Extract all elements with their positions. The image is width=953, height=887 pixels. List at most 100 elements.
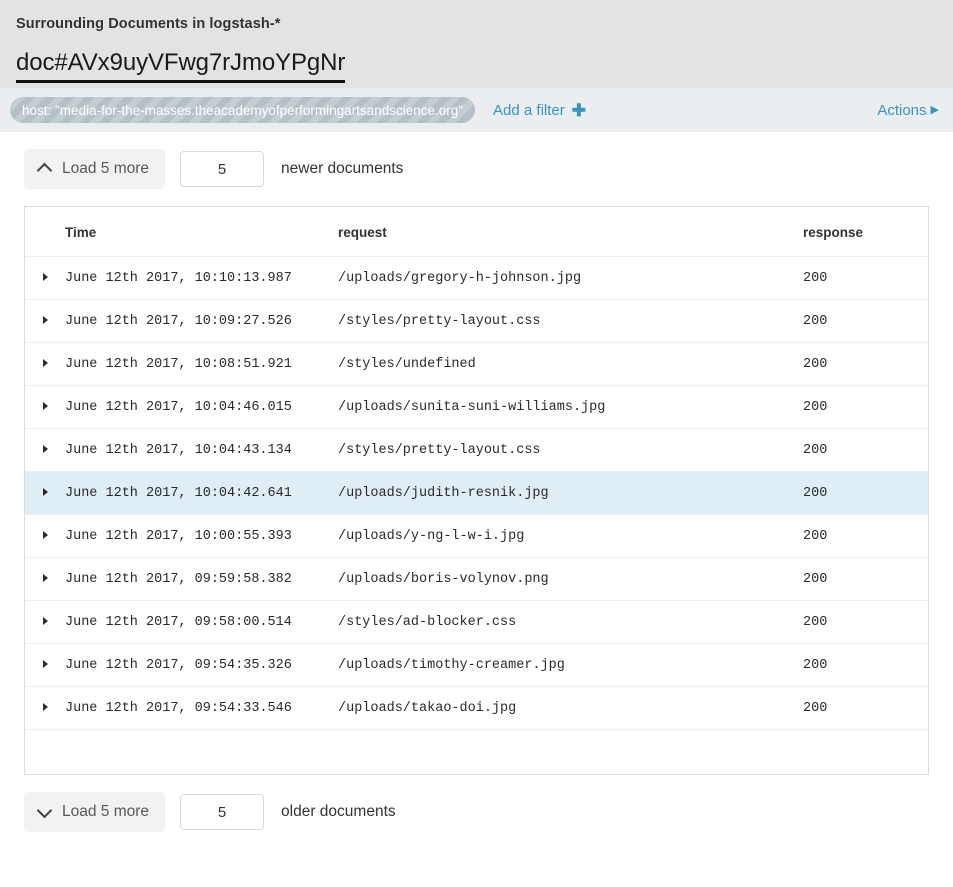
row-expand-cell[interactable]: [25, 257, 65, 300]
table-row[interactable]: June 12th 2017, 10:04:43.134/styles/pret…: [25, 429, 928, 472]
table-row[interactable]: June 12th 2017, 09:58:00.514/styles/ad-b…: [25, 601, 928, 644]
cell-response: 200: [803, 257, 928, 300]
actions-label: Actions: [877, 102, 926, 119]
expand-triangle-icon[interactable]: [43, 445, 48, 453]
cell-time: June 12th 2017, 10:04:46.015: [65, 386, 338, 429]
cell-response: 200: [803, 515, 928, 558]
cell-response: 200: [803, 429, 928, 472]
cell-request: /uploads/y-ng-l-w-i.jpg: [338, 515, 803, 558]
cell-request: /styles/pretty-layout.css: [338, 300, 803, 343]
cell-response: 200: [803, 300, 928, 343]
cell-response: 200: [803, 472, 928, 515]
page-title: Surrounding Documents in logstash-*: [16, 14, 937, 34]
expand-triangle-icon[interactable]: [43, 617, 48, 625]
cell-request: /uploads/boris-volynov.png: [338, 558, 803, 601]
column-header-request[interactable]: request: [338, 207, 803, 257]
table-row[interactable]: June 12th 2017, 10:09:27.526/styles/pret…: [25, 300, 928, 343]
table-row[interactable]: June 12th 2017, 09:54:33.546/uploads/tak…: [25, 687, 928, 730]
cell-response: 200: [803, 386, 928, 429]
filter-pill-host[interactable]: host: "media-for-the-masses.theacademyof…: [10, 97, 475, 123]
load-older-controls: Load 5 more older documents: [24, 792, 929, 832]
cell-request: /uploads/gregory-h-johnson.jpg: [338, 257, 803, 300]
expand-triangle-icon[interactable]: [43, 402, 48, 410]
expand-triangle-icon[interactable]: [43, 660, 48, 668]
actions-menu-button[interactable]: Actions ▶: [877, 102, 939, 119]
cell-request: /styles/pretty-layout.css: [338, 429, 803, 472]
row-expand-cell[interactable]: [25, 515, 65, 558]
cell-time: June 12th 2017, 10:04:42.641: [65, 472, 338, 515]
table-row[interactable]: June 12th 2017, 10:04:46.015/uploads/sun…: [25, 386, 928, 429]
document-id-underline: [16, 80, 345, 83]
expand-triangle-icon[interactable]: [43, 574, 48, 582]
cell-request: /uploads/timothy-creamer.jpg: [338, 644, 803, 687]
row-expand-cell[interactable]: [25, 386, 65, 429]
surrounding-documents-table: Time request response June 12th 2017, 10…: [24, 206, 929, 775]
table-row[interactable]: June 12th 2017, 09:54:35.326/uploads/tim…: [25, 644, 928, 687]
newer-documents-label: newer documents: [281, 160, 403, 178]
cell-time: June 12th 2017, 10:09:27.526: [65, 300, 338, 343]
cell-response: 200: [803, 644, 928, 687]
table-row[interactable]: June 12th 2017, 10:10:13.987/uploads/gre…: [25, 257, 928, 300]
column-header-response[interactable]: response: [803, 207, 928, 257]
load-older-button[interactable]: Load 5 more: [24, 792, 165, 832]
cell-request: /uploads/judith-resnik.jpg: [338, 472, 803, 515]
cell-time: June 12th 2017, 10:00:55.393: [65, 515, 338, 558]
chevron-up-icon: [38, 162, 52, 176]
cell-time: June 12th 2017, 10:10:13.987: [65, 257, 338, 300]
load-older-label: Load 5 more: [62, 803, 149, 821]
row-expand-cell[interactable]: [25, 429, 65, 472]
cell-request: /uploads/sunita-suni-williams.jpg: [338, 386, 803, 429]
document-id: doc#AVx9uyVFwg7rJmoYPgNr: [16, 48, 345, 78]
table-row[interactable]: June 12th 2017, 10:08:51.921/styles/unde…: [25, 343, 928, 386]
row-expand-cell[interactable]: [25, 472, 65, 515]
older-documents-label: older documents: [281, 803, 396, 821]
cell-response: 200: [803, 601, 928, 644]
cell-response: 200: [803, 687, 928, 730]
add-filter-label: Add a filter: [493, 102, 565, 119]
expand-triangle-icon[interactable]: [43, 531, 48, 539]
table-row[interactable]: June 12th 2017, 10:04:42.641/uploads/jud…: [25, 472, 928, 515]
row-expand-cell[interactable]: [25, 644, 65, 687]
document-id-block: doc#AVx9uyVFwg7rJmoYPgNr: [16, 48, 345, 83]
load-newer-controls: Load 5 more newer documents: [24, 149, 929, 189]
cell-time: June 12th 2017, 09:54:35.326: [65, 644, 338, 687]
older-count-input[interactable]: [180, 794, 264, 830]
cell-time: June 12th 2017, 10:04:43.134: [65, 429, 338, 472]
page-body: Load 5 more newer documents Time request…: [0, 149, 953, 832]
cell-time: June 12th 2017, 09:58:00.514: [65, 601, 338, 644]
cell-request: /styles/undefined: [338, 343, 803, 386]
table-header-toggle: [25, 207, 65, 257]
row-expand-cell[interactable]: [25, 558, 65, 601]
load-newer-label: Load 5 more: [62, 160, 149, 178]
cell-time: June 12th 2017, 09:54:33.546: [65, 687, 338, 730]
expand-triangle-icon[interactable]: [43, 359, 48, 367]
expand-triangle-icon[interactable]: [43, 703, 48, 711]
filter-bar: host: "media-for-the-masses.theacademyof…: [0, 88, 953, 132]
cell-response: 200: [803, 343, 928, 386]
cell-time: June 12th 2017, 09:59:58.382: [65, 558, 338, 601]
cell-request: /styles/ad-blocker.css: [338, 601, 803, 644]
table-header-row: Time request response: [25, 207, 928, 257]
add-filter-button[interactable]: Add a filter ✚: [493, 102, 586, 119]
expand-triangle-icon[interactable]: [43, 273, 48, 281]
row-expand-cell[interactable]: [25, 601, 65, 644]
cell-time: June 12th 2017, 10:08:51.921: [65, 343, 338, 386]
chevron-right-icon: ▶: [931, 105, 939, 116]
row-expand-cell[interactable]: [25, 300, 65, 343]
table-bottom-filler: [25, 730, 928, 774]
plus-icon: ✚: [572, 102, 586, 119]
table-body: June 12th 2017, 10:10:13.987/uploads/gre…: [25, 257, 928, 730]
expand-triangle-icon[interactable]: [43, 488, 48, 496]
cell-request: /uploads/takao-doi.jpg: [338, 687, 803, 730]
newer-count-input[interactable]: [180, 151, 264, 187]
row-expand-cell[interactable]: [25, 343, 65, 386]
expand-triangle-icon[interactable]: [43, 316, 48, 324]
document-header: Surrounding Documents in logstash-* doc#…: [0, 0, 953, 88]
table-row[interactable]: June 12th 2017, 09:59:58.382/uploads/bor…: [25, 558, 928, 601]
chevron-down-icon: [38, 805, 52, 819]
column-header-time[interactable]: Time: [65, 207, 338, 257]
load-newer-button[interactable]: Load 5 more: [24, 149, 165, 189]
row-expand-cell[interactable]: [25, 687, 65, 730]
cell-response: 200: [803, 558, 928, 601]
table-row[interactable]: June 12th 2017, 10:00:55.393/uploads/y-n…: [25, 515, 928, 558]
